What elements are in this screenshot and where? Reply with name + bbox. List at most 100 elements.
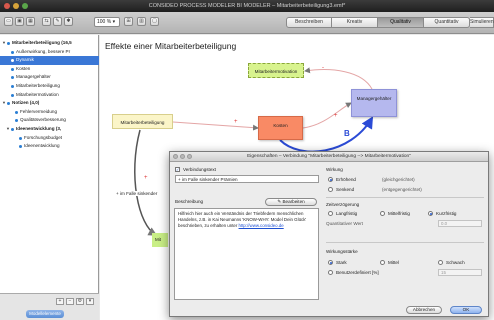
view-mode-tabs: Beschreiben Kreativ Qualitativ Quantitat… bbox=[286, 17, 470, 28]
dialog-minimize-button[interactable] bbox=[180, 154, 185, 159]
zoom-value: 100 % bbox=[97, 19, 112, 25]
tree-item[interactable]: ▼ Ideenentwicklung (3, bbox=[0, 125, 99, 134]
edit-description-button[interactable]: ✎ Bearbeiten bbox=[265, 198, 317, 206]
node-icon bbox=[11, 76, 14, 80]
tab-simulieren[interactable]: Simulieren bbox=[470, 17, 494, 28]
radio-kurzfristig[interactable] bbox=[428, 211, 433, 216]
tree-item[interactable]: Qualitätsverbesserung bbox=[0, 116, 99, 125]
tree-item[interactable]: ▼ Notizen (4,0) bbox=[0, 99, 99, 108]
add-icon[interactable]: + bbox=[56, 298, 64, 305]
window-icon[interactable]: ▢ bbox=[150, 17, 159, 26]
radio-mittel-label: Mittel bbox=[388, 260, 399, 265]
node-icon bbox=[7, 102, 10, 106]
tree-item-selected[interactable]: Dynamik bbox=[0, 56, 99, 65]
pencil-icon[interactable]: ✎ bbox=[53, 17, 62, 26]
link-mitbet-lower[interactable] bbox=[134, 129, 158, 236]
disclosure-triangle-icon[interactable]: ▼ bbox=[2, 99, 6, 108]
window-title: CONSIDEO PROCESS MODELER BI MODELER – Mi… bbox=[148, 3, 346, 9]
radio-mittelfristig-label: Mittelfristig bbox=[388, 211, 410, 216]
node-kosten[interactable]: Kosten bbox=[258, 116, 303, 140]
custom-strength-field[interactable]: 15 bbox=[438, 269, 482, 276]
radio-benutzerdefiniert-label: Benutzerdefiniert [%] bbox=[336, 270, 379, 275]
tree-item[interactable]: Forschungsbudget bbox=[0, 134, 99, 143]
tab-quantitativ[interactable]: Quantitativ bbox=[424, 17, 470, 28]
sidebar-tree: ▼ Mitarbeiterbeteiligung (16,5 Außenwirku… bbox=[0, 35, 99, 320]
tree-item-label: Notizen (4,0) bbox=[12, 100, 40, 106]
radio-mittelfristig[interactable] bbox=[380, 211, 385, 216]
node-mitarbeiterbeteiligung[interactable]: Mitarbeiterbeteiligung bbox=[112, 114, 173, 129]
star-icon[interactable]: ✱ bbox=[64, 17, 73, 26]
radio-senkend[interactable] bbox=[328, 187, 333, 192]
radio-schwach-label: Schwach bbox=[446, 260, 465, 265]
zoom-window-button[interactable] bbox=[22, 3, 28, 9]
radio-erhoehend-label: Erhöhend bbox=[336, 177, 356, 182]
tree-item-label: Dynamik bbox=[16, 57, 34, 63]
radio-senkend-label: Senkend bbox=[336, 187, 355, 192]
dialog-title-bar: Eigenschaften – Verbindung "Mitarbeiterb… bbox=[170, 152, 488, 162]
grid-icon[interactable]: ▦ bbox=[26, 17, 35, 26]
ok-button[interactable]: OK bbox=[450, 306, 482, 314]
close-window-button[interactable] bbox=[4, 3, 10, 9]
disclosure-triangle-icon[interactable]: ▼ bbox=[6, 125, 10, 134]
link-mitbet-kosten[interactable] bbox=[172, 121, 259, 131]
tree-item-label: Mitarbeiterbeteiligung bbox=[16, 82, 60, 88]
quant-value-label: Quantitativer Wert bbox=[326, 221, 363, 226]
tab-qualitativ[interactable]: Qualitativ bbox=[378, 17, 424, 28]
tree-item[interactable]: Managergehälter bbox=[0, 73, 99, 82]
tree-item[interactable]: Mitarbeitermotivation bbox=[0, 91, 99, 100]
zoom-select[interactable]: 100 % ▾ bbox=[94, 17, 120, 27]
grid-view-icon[interactable]: ⊞ bbox=[124, 17, 133, 26]
minimize-window-button[interactable] bbox=[13, 3, 19, 9]
tree-item[interactable]: Kosten bbox=[0, 65, 99, 74]
dialog-close-button[interactable] bbox=[173, 154, 178, 159]
dialog-zoom-button[interactable] bbox=[187, 154, 192, 159]
radio-stark-label: Stark bbox=[336, 260, 347, 265]
loop-label: B bbox=[344, 129, 350, 138]
link-kosten-manager[interactable] bbox=[302, 102, 352, 129]
options-icon[interactable]: ▾ bbox=[86, 298, 94, 305]
connection-text-checkbox[interactable]: ✓ bbox=[175, 167, 180, 172]
action-icon[interactable]: ⚙ bbox=[76, 298, 84, 305]
description-link[interactable]: http://www.consideo.de bbox=[239, 223, 284, 228]
polarity-sign: + bbox=[234, 119, 238, 125]
radio-mittel[interactable] bbox=[380, 260, 385, 265]
description-textarea[interactable]: Hilfreich hier auch ein Verständnis der … bbox=[174, 208, 319, 300]
sidebar-tab-modellelemente[interactable]: Modellelemente bbox=[26, 310, 64, 318]
disclosure-triangle-icon[interactable]: ▼ bbox=[2, 39, 6, 48]
link-manager-motivation[interactable] bbox=[304, 67, 373, 90]
node-icon bbox=[11, 93, 14, 97]
node-icon bbox=[15, 110, 18, 114]
tree-item[interactable]: Fehlervermeidung bbox=[0, 108, 99, 117]
save-icon[interactable]: ▣ bbox=[15, 17, 24, 26]
connection-text-label: Verbindungstext bbox=[183, 167, 216, 172]
divider bbox=[326, 197, 484, 198]
node-mitarbeitermotivation[interactable]: Mitarbeitermotivation bbox=[248, 63, 304, 78]
folder-icon[interactable]: ▭ bbox=[4, 17, 13, 26]
cancel-button[interactable]: Abbrechen bbox=[406, 306, 442, 314]
radio-benutzerdefiniert[interactable] bbox=[328, 270, 333, 275]
link-icon[interactable]: ⇆ bbox=[42, 17, 51, 26]
connection-text-input[interactable]: + im Falle sinkender Prämien bbox=[175, 175, 319, 183]
node-managergehaelter[interactable]: Managergehälter bbox=[351, 89, 397, 117]
tree-item[interactable]: Außenwirkung, bessere Pr bbox=[0, 48, 99, 57]
tab-beschreiben[interactable]: Beschreiben bbox=[286, 17, 332, 28]
edge-label[interactable]: + im Falle sinkender bbox=[116, 191, 158, 196]
node-icon bbox=[11, 50, 14, 54]
radio-stark[interactable] bbox=[328, 260, 333, 265]
tab-kreativ[interactable]: Kreativ bbox=[332, 17, 378, 28]
tree-item[interactable]: Mitarbeiterbeteiligung bbox=[0, 82, 99, 91]
table-icon[interactable]: ▥ bbox=[137, 17, 146, 26]
quant-value-field[interactable]: 0.0 bbox=[438, 220, 482, 227]
node-partial-green[interactable]: Mit bbox=[152, 233, 168, 247]
tree-item[interactable]: ▼ Mitarbeiterbeteiligung (16,5 bbox=[0, 39, 99, 48]
tree-item-label: Fehlervermeidung bbox=[20, 108, 58, 114]
zeitverzoegerung-title: Zeitverzögerung bbox=[326, 202, 360, 207]
radio-erhoehend[interactable] bbox=[328, 177, 333, 182]
radio-schwach[interactable] bbox=[438, 260, 443, 265]
remove-icon[interactable]: − bbox=[66, 298, 74, 305]
node-icon bbox=[11, 59, 14, 63]
model-tree: ▼ Mitarbeiterbeteiligung (16,5 Außenwirku… bbox=[0, 39, 99, 151]
radio-langfristig[interactable] bbox=[328, 211, 333, 216]
node-icon bbox=[19, 136, 22, 140]
tree-item[interactable]: Ideenentwicklung bbox=[0, 142, 99, 151]
